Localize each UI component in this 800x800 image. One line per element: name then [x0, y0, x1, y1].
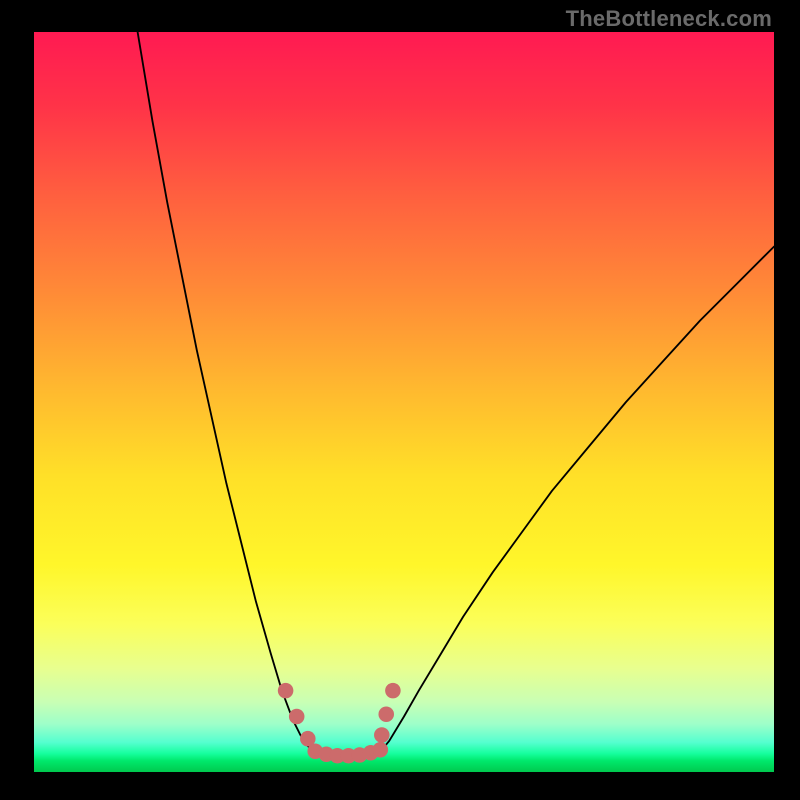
curve-lines: [138, 32, 774, 756]
valley-markers: [278, 683, 401, 764]
marker-dot: [289, 709, 305, 725]
chart-frame: TheBottleneck.com: [0, 0, 800, 800]
marker-dot: [378, 707, 394, 723]
marker-dot: [373, 742, 389, 758]
bottleneck-curve: [138, 32, 774, 756]
marker-dot: [278, 683, 294, 699]
marker-dot: [374, 727, 390, 743]
plot-area: [34, 32, 774, 772]
watermark-text: TheBottleneck.com: [566, 6, 772, 32]
marker-dot: [385, 683, 401, 699]
curve-overlay: [34, 32, 774, 772]
